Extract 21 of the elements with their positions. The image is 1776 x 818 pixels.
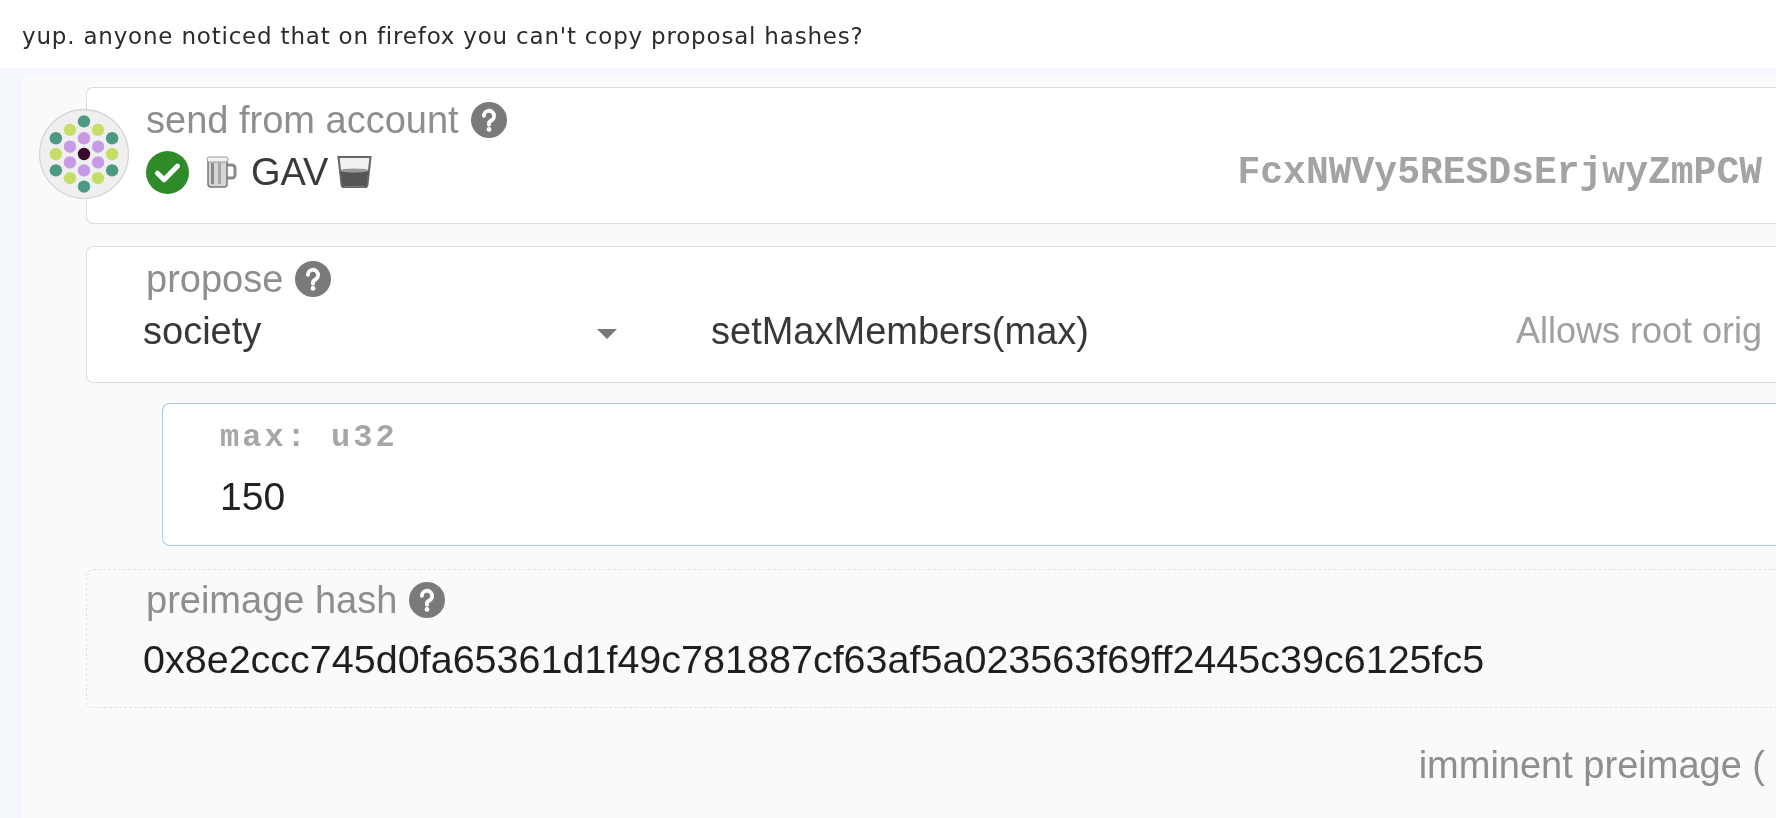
identicon-icon (39, 109, 129, 199)
help-icon[interactable] (409, 582, 446, 618)
field-label: propose (146, 257, 284, 301)
param-label: max: u32 (220, 418, 398, 458)
account-name: GAV (251, 150, 329, 194)
beer-mug-icon (206, 156, 237, 188)
preimage-hash: 0x8e2ccc745d0fa65361d1f49c781887cf63af5a023563f69ff2445c39c6125fc5 (143, 636, 1485, 683)
help-icon[interactable] (295, 261, 332, 297)
glass-tumbler-icon (337, 156, 373, 188)
help-icon[interactable] (470, 102, 507, 138)
imminent-preimage-label: imminent preimage ( (1418, 743, 1765, 787)
method-description: Allows root orig (1515, 310, 1762, 352)
method-dropdown[interactable]: setMaxMembers(max) (711, 309, 1089, 353)
chat-message: yup. anyone noticed that on firefox you can't copy proposal hashes? (22, 23, 864, 49)
account-address: FcxNWVy5RESDsErjwyZmPCW (1237, 150, 1762, 194)
field-label: send from account (146, 98, 459, 142)
account-selector[interactable]: send from account GAV FcxNWVy5RESDsErjwyZmPCW (86, 87, 1776, 224)
caret-icon (597, 329, 617, 339)
number-input-field[interactable]: 150 (220, 474, 520, 520)
field-label: preimage hash (146, 578, 398, 622)
section-dropdown[interactable]: society (143, 307, 617, 355)
